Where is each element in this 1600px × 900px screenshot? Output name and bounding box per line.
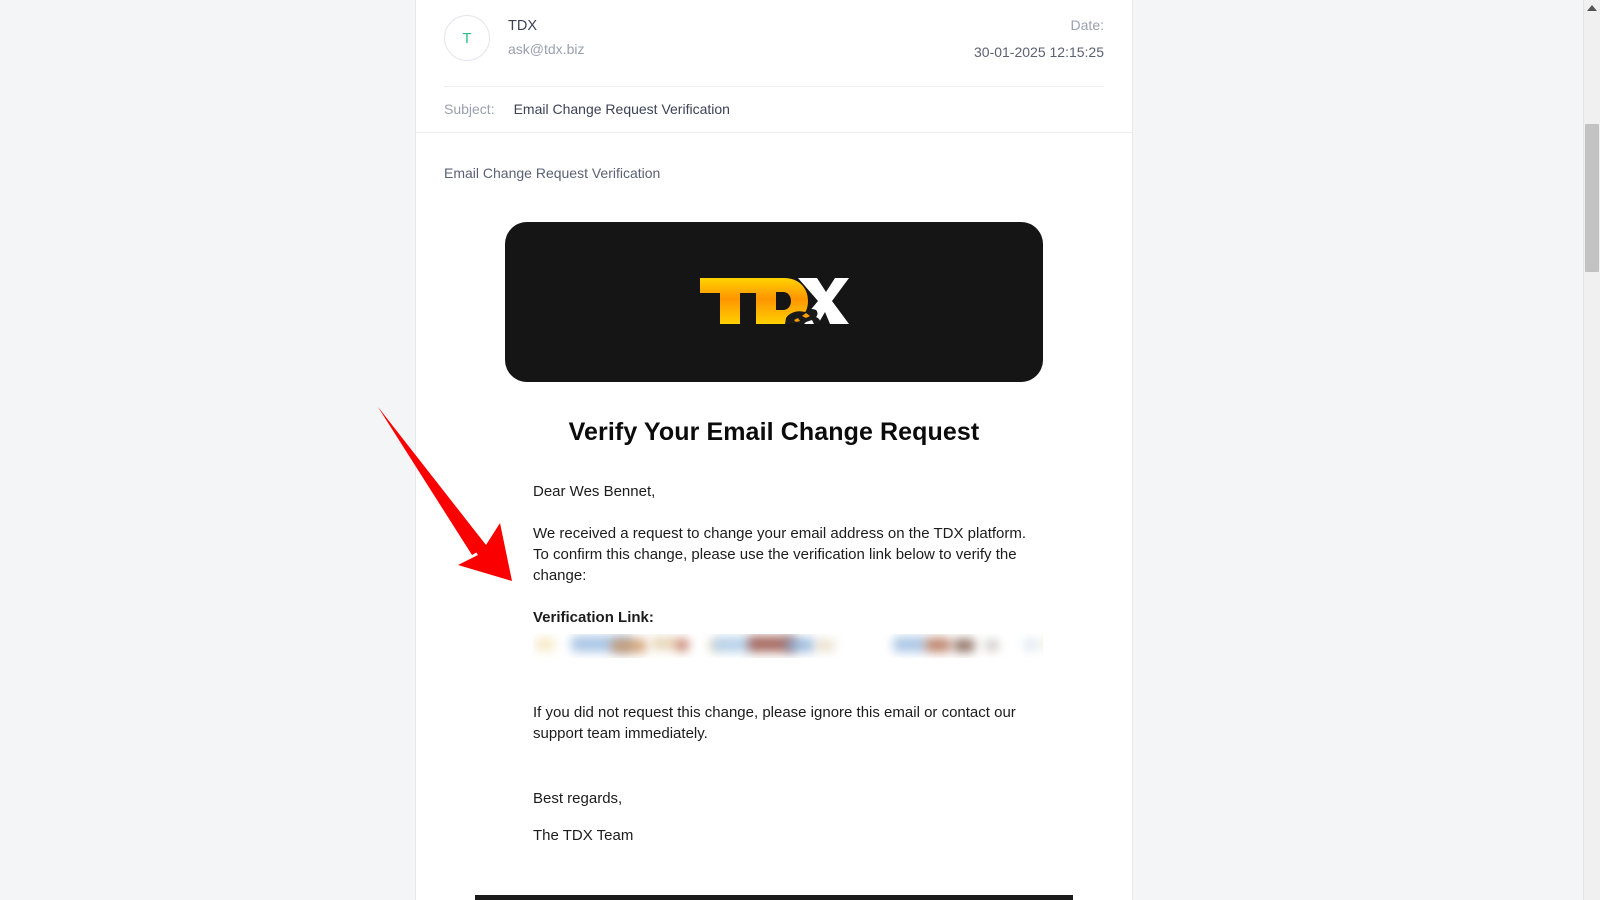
subject-row: Subject: Email Change Request Verificati… — [416, 87, 1132, 132]
email-content: Dear Wes Bennet, We received a request t… — [444, 481, 1104, 846]
email-header: T TDX ask@tdx.biz Date: 30-01-2025 12:15… — [416, 0, 1132, 76]
avatar-letter: T — [462, 29, 472, 47]
sender-meta: TDX ask@tdx.biz — [508, 12, 584, 59]
right-background — [1134, 0, 1583, 900]
verification-link-redacted[interactable] — [533, 634, 1043, 658]
subject-value: Email Change Request Verification — [513, 101, 730, 117]
tdx-logo — [698, 272, 850, 332]
signoff: Best regards, — [533, 790, 623, 807]
salutation: Dear Wes Bennet, — [533, 483, 656, 500]
brand-banner — [505, 222, 1043, 382]
subject-label: Subject: — [444, 101, 495, 117]
email-preview-line: Email Change Request Verification — [444, 165, 661, 181]
scroll-up-arrow-icon[interactable] — [1587, 5, 1597, 11]
left-gutter — [0, 0, 414, 900]
date-value: 30-01-2025 12:15:25 — [974, 44, 1104, 60]
intro-paragraph: We received a request to change your ema… — [533, 525, 1027, 584]
vertical-scrollbar[interactable] — [1583, 0, 1600, 900]
sender-email-address: ask@tdx.biz — [508, 41, 585, 57]
date-label: Date: — [1070, 17, 1104, 33]
tdx-logo-svg — [700, 278, 849, 324]
verification-link-label: Verification Link: — [533, 609, 654, 626]
email-body: Email Change Request Verification Verify… — [416, 133, 1132, 900]
page-title: Verify Your Email Change Request — [568, 418, 980, 446]
avatar: T — [444, 15, 490, 61]
date-block: Date: 30-01-2025 12:15:25 — [974, 12, 1104, 62]
sender-name: TDX — [508, 18, 537, 34]
notice-paragraph: If you did not request this change, plea… — [533, 704, 1016, 742]
email-viewer-panel: T TDX ask@tdx.biz Date: 30-01-2025 12:15… — [415, 0, 1133, 900]
scrollbar-thumb[interactable] — [1585, 124, 1599, 272]
team-name: The TDX Team — [533, 827, 634, 844]
email-footer: Follow us — [475, 895, 1073, 900]
